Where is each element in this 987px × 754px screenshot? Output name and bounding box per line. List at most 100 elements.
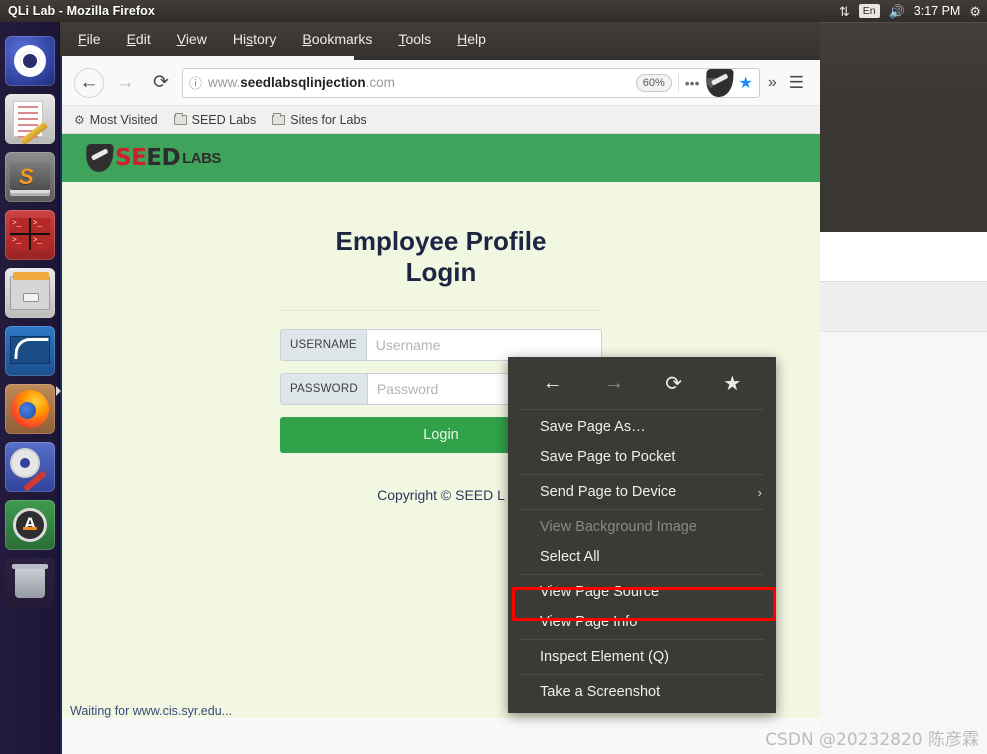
text-editor-icon[interactable] [5,94,55,144]
folder-icon [173,112,187,125]
menu-item-take-a-screenshot[interactable]: Take a Screenshot [508,677,776,707]
back-icon[interactable]: ← [543,372,563,395]
top-panel-indicators: ⇅ En 🔊 3:17 PM ⚙ [839,0,981,22]
menu-file[interactable]: File [78,31,101,47]
background-window-body-row[interactable] [820,282,987,332]
page-title-line1: Employee Profile [335,226,547,256]
bookmark-most-visited[interactable]: ⚙ Most Visited [74,113,158,127]
menu-item-inspect-element[interactable]: Inspect Element (Q) [508,642,776,672]
menu-help-rest: elp [467,31,486,47]
divider [677,73,679,92]
ubuntu-top-panel: QLi Lab - Mozilla Firefox ⇅ En 🔊 3:17 PM… [0,0,987,22]
menu-view[interactable]: View [177,31,207,47]
gear-icon: ⚙ [74,112,85,127]
launcher-running-arrow [56,386,61,396]
menu-edit[interactable]: Edit [127,31,151,47]
terminal-icon[interactable]: >_ >_ >_ >_ [5,210,55,260]
divider [520,474,764,475]
desktop-screen: QLi Lab - Mozilla Firefox ⇅ En 🔊 3:17 PM… [0,0,987,754]
firefox-icon[interactable] [5,384,55,434]
bookmark-seed-labs[interactable]: SEED Labs [173,112,257,127]
menu-item-save-page-as[interactable]: Save Page As… [508,412,776,442]
menu-item-view-background-image: View Background Image [540,519,697,535]
url-text: www.seedlabsqlinjection.com [208,75,630,90]
bookmark-label: Sites for Labs [290,112,367,127]
sublime-text-icon[interactable]: S [5,152,55,202]
menu-tools-rest: ools [405,31,432,47]
hamburger-menu-icon[interactable]: ☰ [785,73,808,93]
seed-labs-logo[interactable]: SEED LABS [85,144,221,172]
bookmark-star-icon[interactable]: ★ [739,73,753,93]
shield-icon[interactable]: ⛊ [704,68,734,97]
unity-launcher: S >_ >_ >_ >_ [0,22,60,754]
overflow-chevron-icon[interactable]: » [766,74,779,92]
context-menu-nav-row: ← → ⟳ ★ [508,359,776,407]
download-indicator-icon[interactable]: ⇅ [839,5,850,18]
menu-item-save-page-to-pocket[interactable]: Save Page to Pocket [508,442,776,472]
url-prefix: www. [208,75,241,90]
shield-wrench-icon [85,144,114,172]
menu-history[interactable]: History [233,31,277,47]
system-settings-icon[interactable] [5,442,55,492]
reload-icon[interactable]: ⟳ [665,371,682,396]
menu-edit-rest: dit [135,31,151,47]
divider [520,639,764,640]
menu-file-rest: ile [86,31,101,47]
back-icon[interactable]: ← [74,67,104,98]
context-menu: ← → ⟳ ★ Save Page As… Save Page to Pocke… [508,357,776,713]
forward-icon[interactable]: → [110,68,140,98]
menu-help[interactable]: Help [457,31,486,47]
trash-icon[interactable] [5,558,55,608]
clock-indicator[interactable]: 3:17 PM [914,4,961,18]
bookmark-label: SEED Labs [191,112,257,127]
menu-history-rest: tory [253,31,277,47]
status-bar-text: Waiting for www.cis.syr.edu... [62,698,241,718]
files-icon[interactable] [5,268,55,318]
page-actions-icon[interactable]: ••• [685,75,700,91]
firefox-menu-bar: File Edit View History Bookmarks Tools H… [60,22,820,56]
background-window-titlebar[interactable] [820,22,987,232]
address-bar[interactable]: ⓘ www.seedlabsqlinjection.com 60% ••• ⛊ … [182,67,760,98]
divider [520,409,764,410]
bookmark-star-icon[interactable]: ★ [723,371,741,396]
bookmarks-toolbar: ⚙ Most Visited SEED Labs Sites for Labs [62,106,820,134]
wireshark-icon[interactable] [5,326,55,376]
folder-icon [272,112,286,125]
menu-tools[interactable]: Tools [398,31,431,47]
background-window-body[interactable] [820,232,987,282]
reload-icon[interactable]: ⟳ [146,68,176,98]
menu-bookmarks[interactable]: Bookmarks [302,31,372,47]
keyboard-layout-indicator[interactable]: En [858,4,880,18]
navigation-toolbar: ← → ⟳ ⓘ www.seedlabsqlinjection.com 60% … [62,60,820,106]
page-title: Employee Profile Login [62,226,820,288]
chevron-right-icon: › [757,484,762,500]
menu-item-label: Send Page to Device [540,484,677,500]
site-info-icon[interactable]: ⓘ [189,73,202,92]
password-label: PASSWORD [280,373,367,406]
zoom-level-badge[interactable]: 60% [635,73,672,92]
seed-labs-header: SEED LABS [62,134,820,182]
url-suffix: .com [365,75,395,90]
brand-labs: LABS [182,149,221,167]
username-label: USERNAME [280,329,366,362]
gear-icon[interactable]: ⚙ [969,5,981,18]
software-updater-icon[interactable] [5,500,55,550]
ubuntu-dash-icon[interactable] [5,36,55,86]
annotation-highlight-box [512,587,776,621]
menu-item-select-all[interactable]: Select All [508,542,776,572]
divider [520,509,764,510]
menu-view-rest: iew [185,31,207,47]
menu-bookmarks-rest: ookmarks [311,31,373,47]
bookmark-sites-for-labs[interactable]: Sites for Labs [272,112,367,127]
divider [520,574,764,575]
forward-icon: → [603,371,624,394]
window-title: QLi Lab - Mozilla Firefox [8,4,155,18]
bookmark-label: Most Visited [89,112,158,127]
menu-item-send-page-to-device[interactable]: Send Page to Device › [508,477,776,507]
divider [520,674,764,675]
url-domain: seedlabsqlinjection [240,75,366,90]
volume-icon[interactable]: 🔊 [889,5,905,18]
watermark-text: CSDN @20232820 陈彦霖 [765,730,979,750]
background-window-body-lower[interactable] [820,332,987,754]
brand-seed: SEED [115,145,181,171]
